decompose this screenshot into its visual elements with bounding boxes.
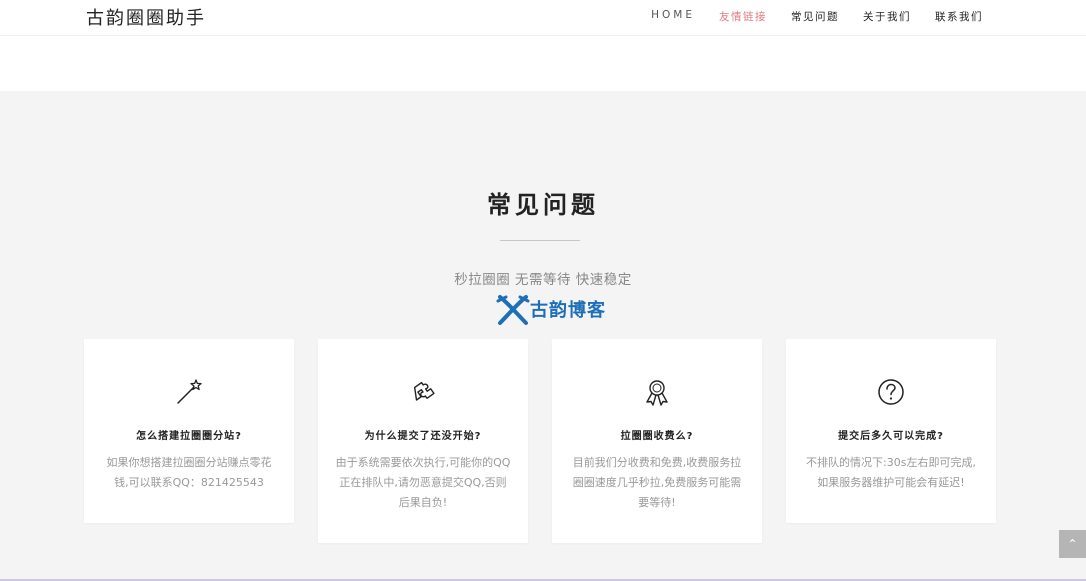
magic-wand-icon: [177, 379, 202, 404]
blog-logo-text: 古韵博客: [530, 300, 606, 321]
faq-card-text: 由于系统需要依次执行,可能你的QQ正在排队中,请勿恶意提交QQ,否则后果自负!: [335, 456, 511, 509]
blog-logo: 古韵博客: [496, 293, 636, 327]
chevron-up-icon: ⌃: [1067, 537, 1078, 551]
faq-card: 提交后多久可以完成? 不排队的情况下:30s左右即可完成,如果服务器维护可能会有…: [786, 339, 996, 523]
nav-item-about[interactable]: 关于我们: [863, 9, 911, 24]
nav-item-friend-links[interactable]: 友情链接: [719, 9, 767, 24]
top-navbar: 古韵圈圈助手 HOME 友情链接 常见问题 关于我们 联系我们: [0, 0, 1086, 36]
faq-card-text: 不排队的情况下:30s左右即可完成,如果服务器维护可能会有延迟!: [806, 456, 976, 489]
site-brand[interactable]: 古韵圈圈助手: [86, 4, 206, 30]
faq-section: 常见问题 秒拉圈圈 无需等待 快速稳定 古韵博客 怎么搭建拉圈圈分站? 如果你想…: [0, 91, 1086, 581]
nav-item-faq[interactable]: 常见问题: [791, 9, 839, 24]
main-nav: HOME 友情链接 常见问题 关于我们 联系我们: [627, 9, 983, 24]
faq-card: 拉圈圈收费么? 目前我们分收费和免费,收费服务拉圈圈速度几乎秒拉,免费服务可能需…: [552, 339, 762, 543]
title-divider: [500, 240, 580, 241]
puzzle-icon: [413, 381, 435, 401]
faq-card-text: 目前我们分收费和免费,收费服务拉圈圈速度几乎秒拉,免费服务可能需要等待!: [572, 456, 742, 509]
award-ribbon-icon: [646, 380, 668, 406]
back-to-top-button[interactable]: ⌃: [1059, 530, 1086, 558]
faq-card-title: 怎么搭建拉圈圈分站?: [136, 431, 242, 442]
faq-card: 为什么提交了还没开始? 由于系统需要依次执行,可能你的QQ正在排队中,请勿恶意提…: [318, 339, 528, 543]
section-title: 常见问题: [487, 190, 599, 219]
faq-card-title: 为什么提交了还没开始?: [364, 431, 482, 442]
faq-card: 怎么搭建拉圈圈分站? 如果你想搭建拉圈圈分站赚点零花钱,可以联系QQ：82142…: [84, 339, 294, 523]
faq-card-title: 拉圈圈收费么?: [620, 431, 694, 442]
nav-item-home[interactable]: HOME: [651, 9, 695, 24]
faq-card-title: 提交后多久可以完成?: [838, 431, 944, 442]
nav-item-contact[interactable]: 联系我们: [935, 9, 983, 24]
blog-logo-mark-icon: [496, 295, 530, 325]
question-circle-icon: [878, 379, 904, 405]
section-subtitle: 秒拉圈圈 无需等待 快速稳定: [454, 272, 632, 288]
hero-spacer: [0, 36, 1086, 91]
faq-card-text: 如果你想搭建拉圈圈分站赚点零花钱,可以联系QQ：821425543: [106, 456, 272, 489]
